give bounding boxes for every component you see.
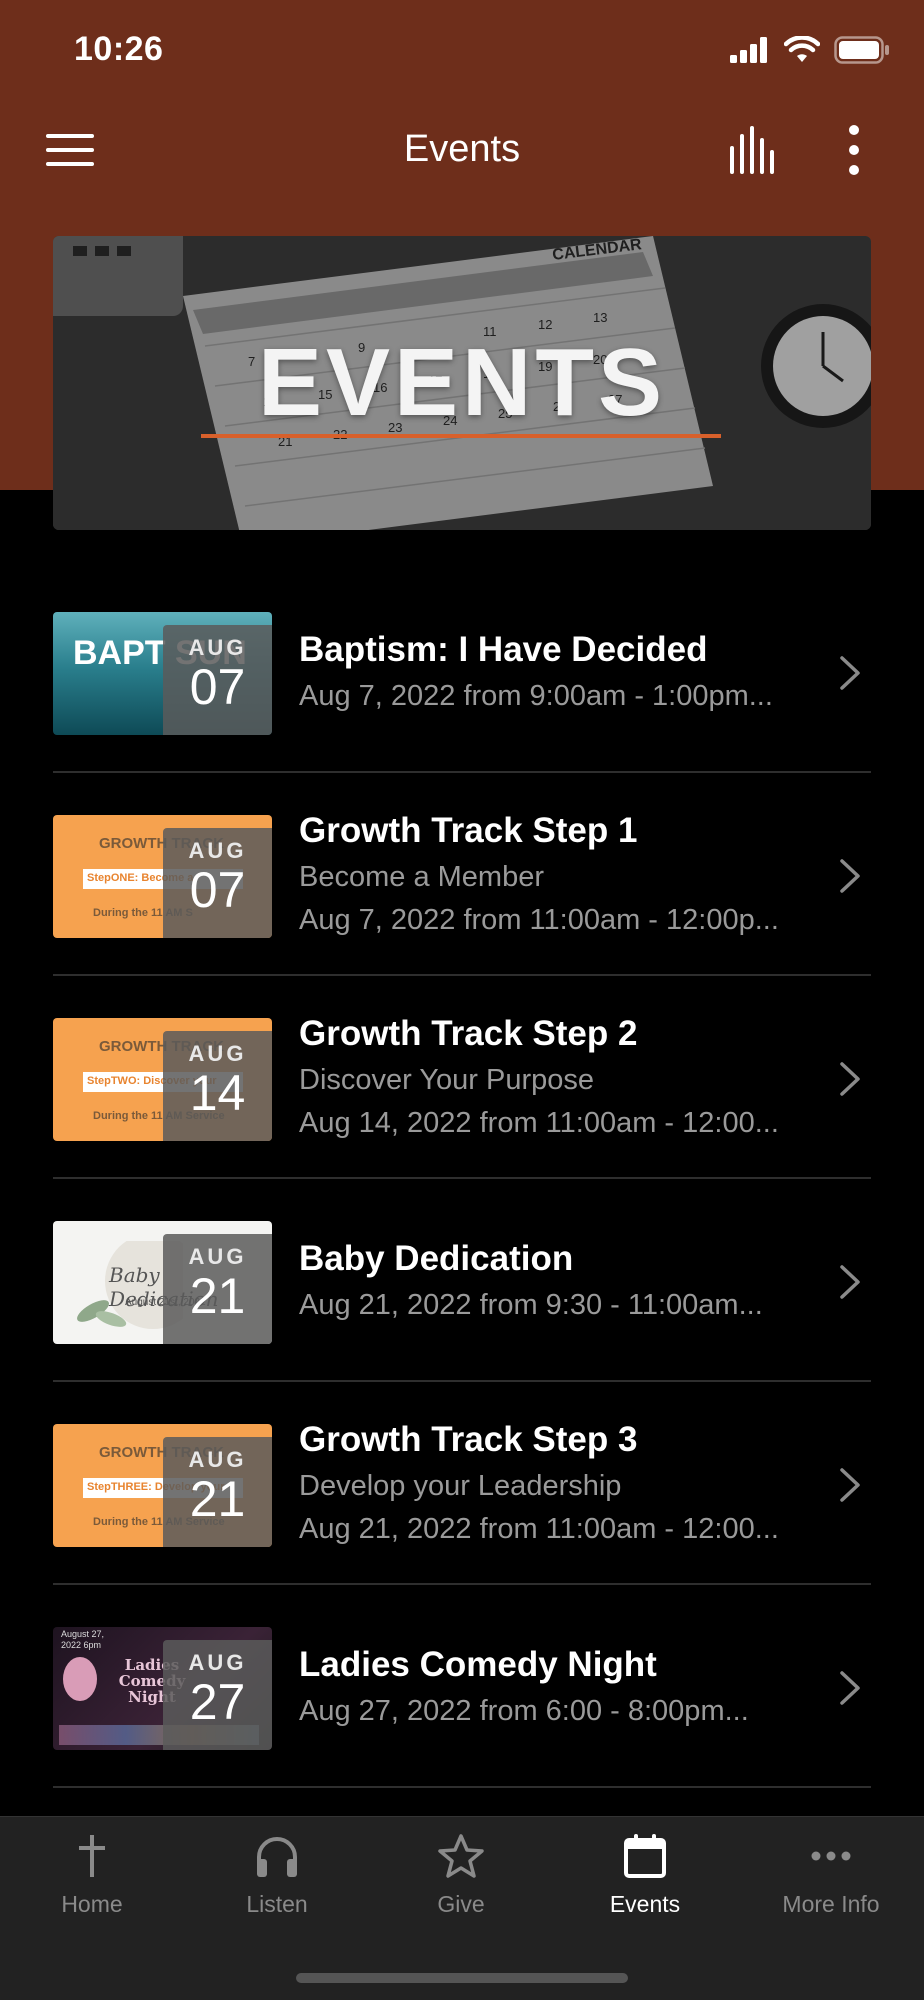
tab-home[interactable]: Home	[0, 1831, 184, 1918]
chevron-right-icon	[840, 656, 860, 690]
event-text: Growth Track Step 2 Discover Your Purpos…	[299, 1014, 829, 1140]
event-thumbnail: BAPT SUN AUG 07	[53, 612, 272, 735]
event-list: BAPT SUN AUG 07 Baptism: I Have Decided …	[53, 570, 871, 1788]
date-month: AUG	[188, 1650, 247, 1675]
event-text: Growth Track Step 1 Become a Member Aug …	[299, 811, 829, 937]
event-datetime: Aug 21, 2022 from 11:00am - 12:00...	[299, 1513, 779, 1545]
date-badge: AUG 27	[163, 1640, 272, 1750]
hero-accent-line	[201, 434, 721, 438]
event-text: Growth Track Step 3 Develop your Leaders…	[299, 1420, 829, 1546]
event-datetime: Aug 27, 2022 from 6:00 - 8:00pm...	[299, 1695, 749, 1727]
status-time: 10:26	[74, 30, 164, 68]
cross-icon	[79, 1835, 105, 1877]
tab-events[interactable]: Events	[553, 1831, 737, 1918]
more-vertical-icon[interactable]	[836, 122, 872, 178]
signal-icon	[730, 37, 767, 63]
tab-give[interactable]: Give	[369, 1831, 553, 1918]
events-hero-banner: CALENDAR 789 111213 141516 17181920 2122…	[53, 236, 871, 530]
chevron-right-icon	[840, 1265, 860, 1299]
event-title: Growth Track Step 2	[299, 1014, 638, 1053]
event-title: Ladies Comedy Night	[299, 1645, 657, 1684]
event-row[interactable]: GROWTH TRACK StepTHREE: Develop your Dur…	[53, 1382, 871, 1585]
event-row[interactable]: August 27, 2022 6pm Ladies Comedy Night …	[53, 1585, 871, 1788]
tab-label: Home	[61, 1891, 123, 1917]
event-subtitle: Develop your Leadership	[299, 1470, 622, 1502]
thumbnail-note: August 27, 2022 6pm	[61, 1629, 105, 1650]
date-month: AUG	[188, 1041, 247, 1066]
status-bar: 10:26	[0, 0, 924, 100]
event-datetime: Aug 7, 2022 from 11:00am - 12:00p...	[299, 904, 779, 936]
tab-label: Give	[437, 1891, 485, 1917]
chevron-right-icon	[840, 859, 860, 893]
chevron-right-icon	[840, 1062, 860, 1096]
date-badge: AUG 07	[163, 828, 272, 938]
event-row[interactable]: GROWTH TRACK StepONE: Become a During th…	[53, 773, 871, 976]
wifi-icon	[784, 36, 820, 62]
chevron-right-icon	[840, 1671, 860, 1705]
date-day: 21	[189, 1471, 246, 1527]
event-row[interactable]: BAPT SUN AUG 07 Baptism: I Have Decided …	[53, 570, 871, 773]
event-thumbnail: GROWTH TRACK StepTHREE: Develop your Dur…	[53, 1424, 272, 1547]
audio-bars-icon[interactable]	[728, 124, 782, 176]
event-text: Baptism: I Have Decided Aug 7, 2022 from…	[299, 630, 829, 713]
date-badge: AUG 21	[163, 1437, 272, 1547]
event-datetime: Aug 14, 2022 from 11:00am - 12:00...	[299, 1107, 779, 1139]
battery-icon	[834, 36, 889, 64]
page-title: Events	[403, 128, 521, 170]
headphones-icon	[257, 1837, 297, 1877]
date-badge: AUG 07	[163, 625, 272, 735]
calendar-icon	[624, 1834, 666, 1878]
event-thumbnail: GROWTH TRACK StepONE: Become a During th…	[53, 815, 272, 938]
date-month: AUG	[188, 1244, 247, 1269]
event-text: Ladies Comedy Night Aug 27, 2022 from 6:…	[299, 1645, 829, 1728]
date-day: 27	[189, 1674, 246, 1730]
tab-listen[interactable]: Listen	[185, 1831, 369, 1918]
event-datetime: Aug 7, 2022 from 9:00am - 1:00pm...	[299, 680, 773, 712]
event-title: Growth Track Step 1	[299, 811, 638, 850]
tab-label: Listen	[246, 1891, 308, 1917]
event-row[interactable]: Baby Dedication August 21st, 2022 AUG 21…	[53, 1179, 871, 1382]
date-day: 07	[189, 862, 246, 918]
date-badge: AUG 21	[163, 1234, 272, 1344]
event-title: Baptism: I Have Decided	[299, 630, 708, 669]
event-title: Baby Dedication	[299, 1239, 574, 1278]
hero-title: EVENTS	[257, 329, 667, 436]
tab-label: Events	[609, 1891, 681, 1917]
star-icon	[438, 1834, 484, 1878]
event-datetime: Aug 21, 2022 from 9:30 - 11:00am...	[299, 1289, 763, 1321]
tab-label: More Info	[782, 1891, 880, 1917]
status-icons	[730, 36, 890, 64]
date-month: AUG	[188, 838, 247, 863]
chevron-right-icon	[840, 1468, 860, 1502]
event-text: Baby Dedication Aug 21, 2022 from 9:30 -…	[299, 1239, 829, 1322]
date-month: AUG	[188, 635, 247, 660]
event-title: Growth Track Step 3	[299, 1420, 638, 1459]
date-day: 07	[189, 659, 246, 715]
event-thumbnail: August 27, 2022 6pm Ladies Comedy Night …	[53, 1627, 272, 1750]
event-subtitle: Become a Member	[299, 861, 544, 893]
event-thumbnail: GROWTH TRACK StepTWO: Discover your Duri…	[53, 1018, 272, 1141]
ellipsis-icon	[811, 1851, 851, 1861]
tab-more-info[interactable]: More Info	[739, 1831, 923, 1918]
date-day: 14	[189, 1065, 246, 1121]
home-indicator	[296, 1973, 628, 1983]
date-day: 21	[189, 1268, 246, 1324]
nav-bar: Events	[0, 110, 924, 190]
event-subtitle: Discover Your Purpose	[299, 1064, 594, 1096]
date-month: AUG	[188, 1447, 247, 1472]
event-thumbnail: Baby Dedication August 21st, 2022 AUG 21	[53, 1221, 272, 1344]
host-photo	[63, 1657, 97, 1701]
date-badge: AUG 14	[163, 1031, 272, 1141]
event-row[interactable]: GROWTH TRACK StepTWO: Discover your Duri…	[53, 976, 871, 1179]
